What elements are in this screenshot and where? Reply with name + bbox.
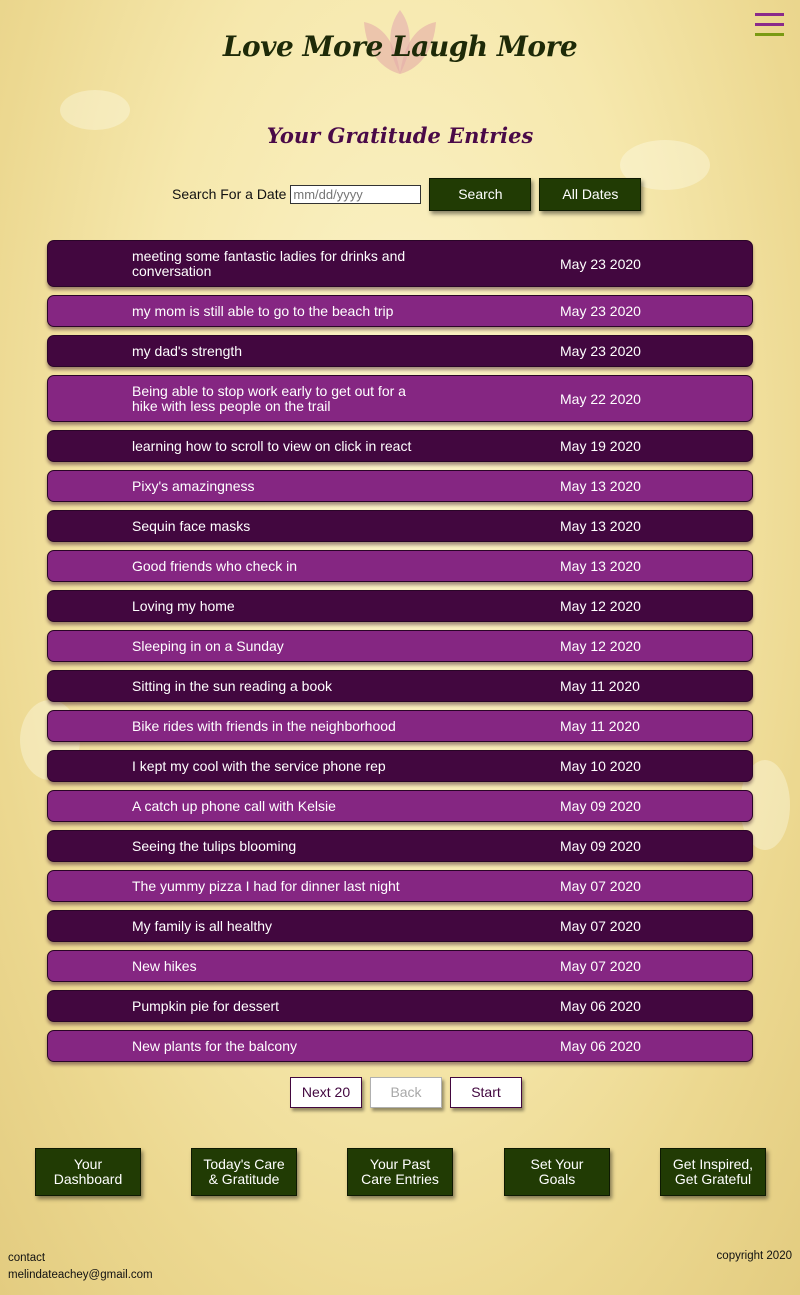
entry-text: Sequin face masks	[132, 517, 251, 534]
entry-row[interactable]: Being able to stop work early to get out…	[47, 375, 753, 422]
entry-text: Seeing the tulips blooming	[132, 837, 297, 854]
contact-email-link[interactable]: melindateachey@gmail.com	[8, 1267, 153, 1284]
entry-text: learning how to scroll to view on click …	[132, 437, 412, 454]
start-button[interactable]: Start	[450, 1077, 522, 1108]
entry-text: I kept my cool with the service phone re…	[132, 757, 386, 774]
entry-date: May 19 2020	[560, 438, 641, 454]
entry-row[interactable]: Sitting in the sun reading a book May 11 …	[47, 670, 753, 702]
entry-text: New plants for the balcony	[132, 1037, 297, 1054]
entry-date: May 11 2020	[560, 678, 640, 694]
date-search-form: Search For a Date Search All Dates	[172, 177, 642, 211]
page-title: Your Gratitude Entries	[266, 123, 534, 148]
entry-row[interactable]: my dad's strength May 23 2020	[47, 335, 753, 367]
entry-date: May 23 2020	[560, 303, 641, 319]
entry-row[interactable]: New plants for the balcony May 06 2020	[47, 1030, 753, 1062]
entry-text: my mom is still able to go to the beach …	[132, 302, 394, 319]
gratitude-entries-list: meeting some fantastic ladies for drinks…	[47, 240, 753, 1070]
entry-row[interactable]: Pumpkin pie for dessert May 06 2020	[47, 990, 753, 1022]
entry-date: May 06 2020	[560, 1038, 641, 1054]
menu-bar	[755, 23, 784, 26]
entry-row[interactable]: Pixy's amazingness May 13 2020	[47, 470, 753, 502]
entry-date: May 07 2020	[560, 878, 641, 894]
copyright-text: copyright 2020	[716, 1250, 792, 1262]
entry-date: May 22 2020	[560, 390, 641, 407]
entry-text: meeting some fantastic ladies for drinks…	[132, 247, 406, 279]
entry-text: Sleeping in on a Sunday	[132, 637, 284, 654]
nav-past-care-entries[interactable]: Your Past Care Entries	[347, 1148, 453, 1196]
entry-date: May 13 2020	[560, 518, 641, 534]
entry-row[interactable]: My family is all healthy May 07 2020	[47, 910, 753, 942]
entry-row[interactable]: Sequin face masks May 13 2020	[47, 510, 753, 542]
entry-date: May 11 2020	[560, 718, 640, 734]
entry-date: May 09 2020	[560, 838, 641, 854]
entry-date: May 06 2020	[560, 998, 641, 1014]
entry-date: May 23 2020	[560, 343, 641, 359]
nav-label: Your Past Care Entries	[361, 1156, 439, 1187]
nav-label: Today's Care & Gratitude	[203, 1156, 285, 1187]
entry-row[interactable]: learning how to scroll to view on click …	[47, 430, 753, 462]
entry-date: May 12 2020	[560, 638, 641, 654]
entry-date: May 13 2020	[560, 478, 641, 494]
entry-date: May 07 2020	[560, 918, 641, 934]
entry-text: The yummy pizza I had for dinner last ni…	[132, 877, 400, 894]
pagination: Next 20 Back Start	[290, 1077, 530, 1108]
nav-your-dashboard[interactable]: Your Dashboard	[35, 1148, 141, 1196]
entry-text: Good friends who check in	[132, 557, 297, 574]
nav-label: Set Your Goals	[530, 1156, 584, 1187]
entry-text: Loving my home	[132, 597, 235, 614]
nav-get-inspired[interactable]: Get Inspired, Get Grateful	[660, 1148, 766, 1196]
search-button[interactable]: Search	[429, 177, 532, 211]
menu-bar	[755, 13, 784, 16]
entry-text: New hikes	[132, 957, 197, 974]
nav-todays-care[interactable]: Today's Care & Gratitude	[191, 1148, 297, 1196]
entry-row[interactable]: Good friends who check in May 13 2020	[47, 550, 753, 582]
entry-row[interactable]: I kept my cool with the service phone re…	[47, 750, 753, 782]
entry-row[interactable]: New hikes May 07 2020	[47, 950, 753, 982]
entry-row[interactable]: my mom is still able to go to the beach …	[47, 295, 753, 327]
entry-text: my dad's strength	[132, 342, 243, 359]
nav-label: Get Inspired, Get Grateful	[672, 1156, 754, 1187]
contact-label: contact	[8, 1252, 46, 1264]
footer-contact: contact melindateachey@gmail.com	[8, 1250, 153, 1284]
entry-date: May 10 2020	[560, 758, 641, 774]
entry-text: A catch up phone call with Kelsie	[132, 797, 336, 814]
entry-date: May 07 2020	[560, 958, 641, 974]
entry-row[interactable]: A catch up phone call with Kelsie May 09 …	[47, 790, 753, 822]
entry-row[interactable]: meeting some fantastic ladies for drinks…	[47, 240, 753, 287]
entry-text: Bike rides with friends in the neighborh…	[132, 717, 396, 734]
all-dates-button[interactable]: All Dates	[539, 177, 642, 211]
entry-row[interactable]: Loving my home May 12 2020	[47, 590, 753, 622]
entry-date: May 12 2020	[560, 598, 641, 614]
entry-text: Sitting in the sun reading a book	[132, 677, 333, 694]
back-button[interactable]: Back	[370, 1077, 442, 1108]
entry-text: Pumpkin pie for dessert	[132, 997, 280, 1014]
brand-title[interactable]: Love More Laugh More	[0, 30, 800, 63]
entry-date: May 13 2020	[560, 558, 641, 574]
date-search-input[interactable]	[290, 184, 422, 204]
entry-date: May 23 2020	[560, 255, 641, 272]
next-20-button[interactable]: Next 20	[290, 1077, 362, 1108]
search-label: Search For a Date	[172, 186, 287, 202]
entry-text: Pixy's amazingness	[132, 477, 255, 494]
entry-row[interactable]: Sleeping in on a Sunday May 12 2020	[47, 630, 753, 662]
nav-set-goals[interactable]: Set Your Goals	[504, 1148, 610, 1196]
entry-row[interactable]: The yummy pizza I had for dinner last ni…	[47, 870, 753, 902]
nav-label: Your Dashboard	[53, 1156, 123, 1187]
entry-row[interactable]: Bike rides with friends in the neighborh…	[47, 710, 753, 742]
entry-row[interactable]: Seeing the tulips blooming May 09 2020	[47, 830, 753, 862]
entry-text: My family is all healthy	[132, 917, 273, 934]
entry-text: Being able to stop work early to get out…	[132, 382, 406, 414]
entry-date: May 09 2020	[560, 798, 641, 814]
